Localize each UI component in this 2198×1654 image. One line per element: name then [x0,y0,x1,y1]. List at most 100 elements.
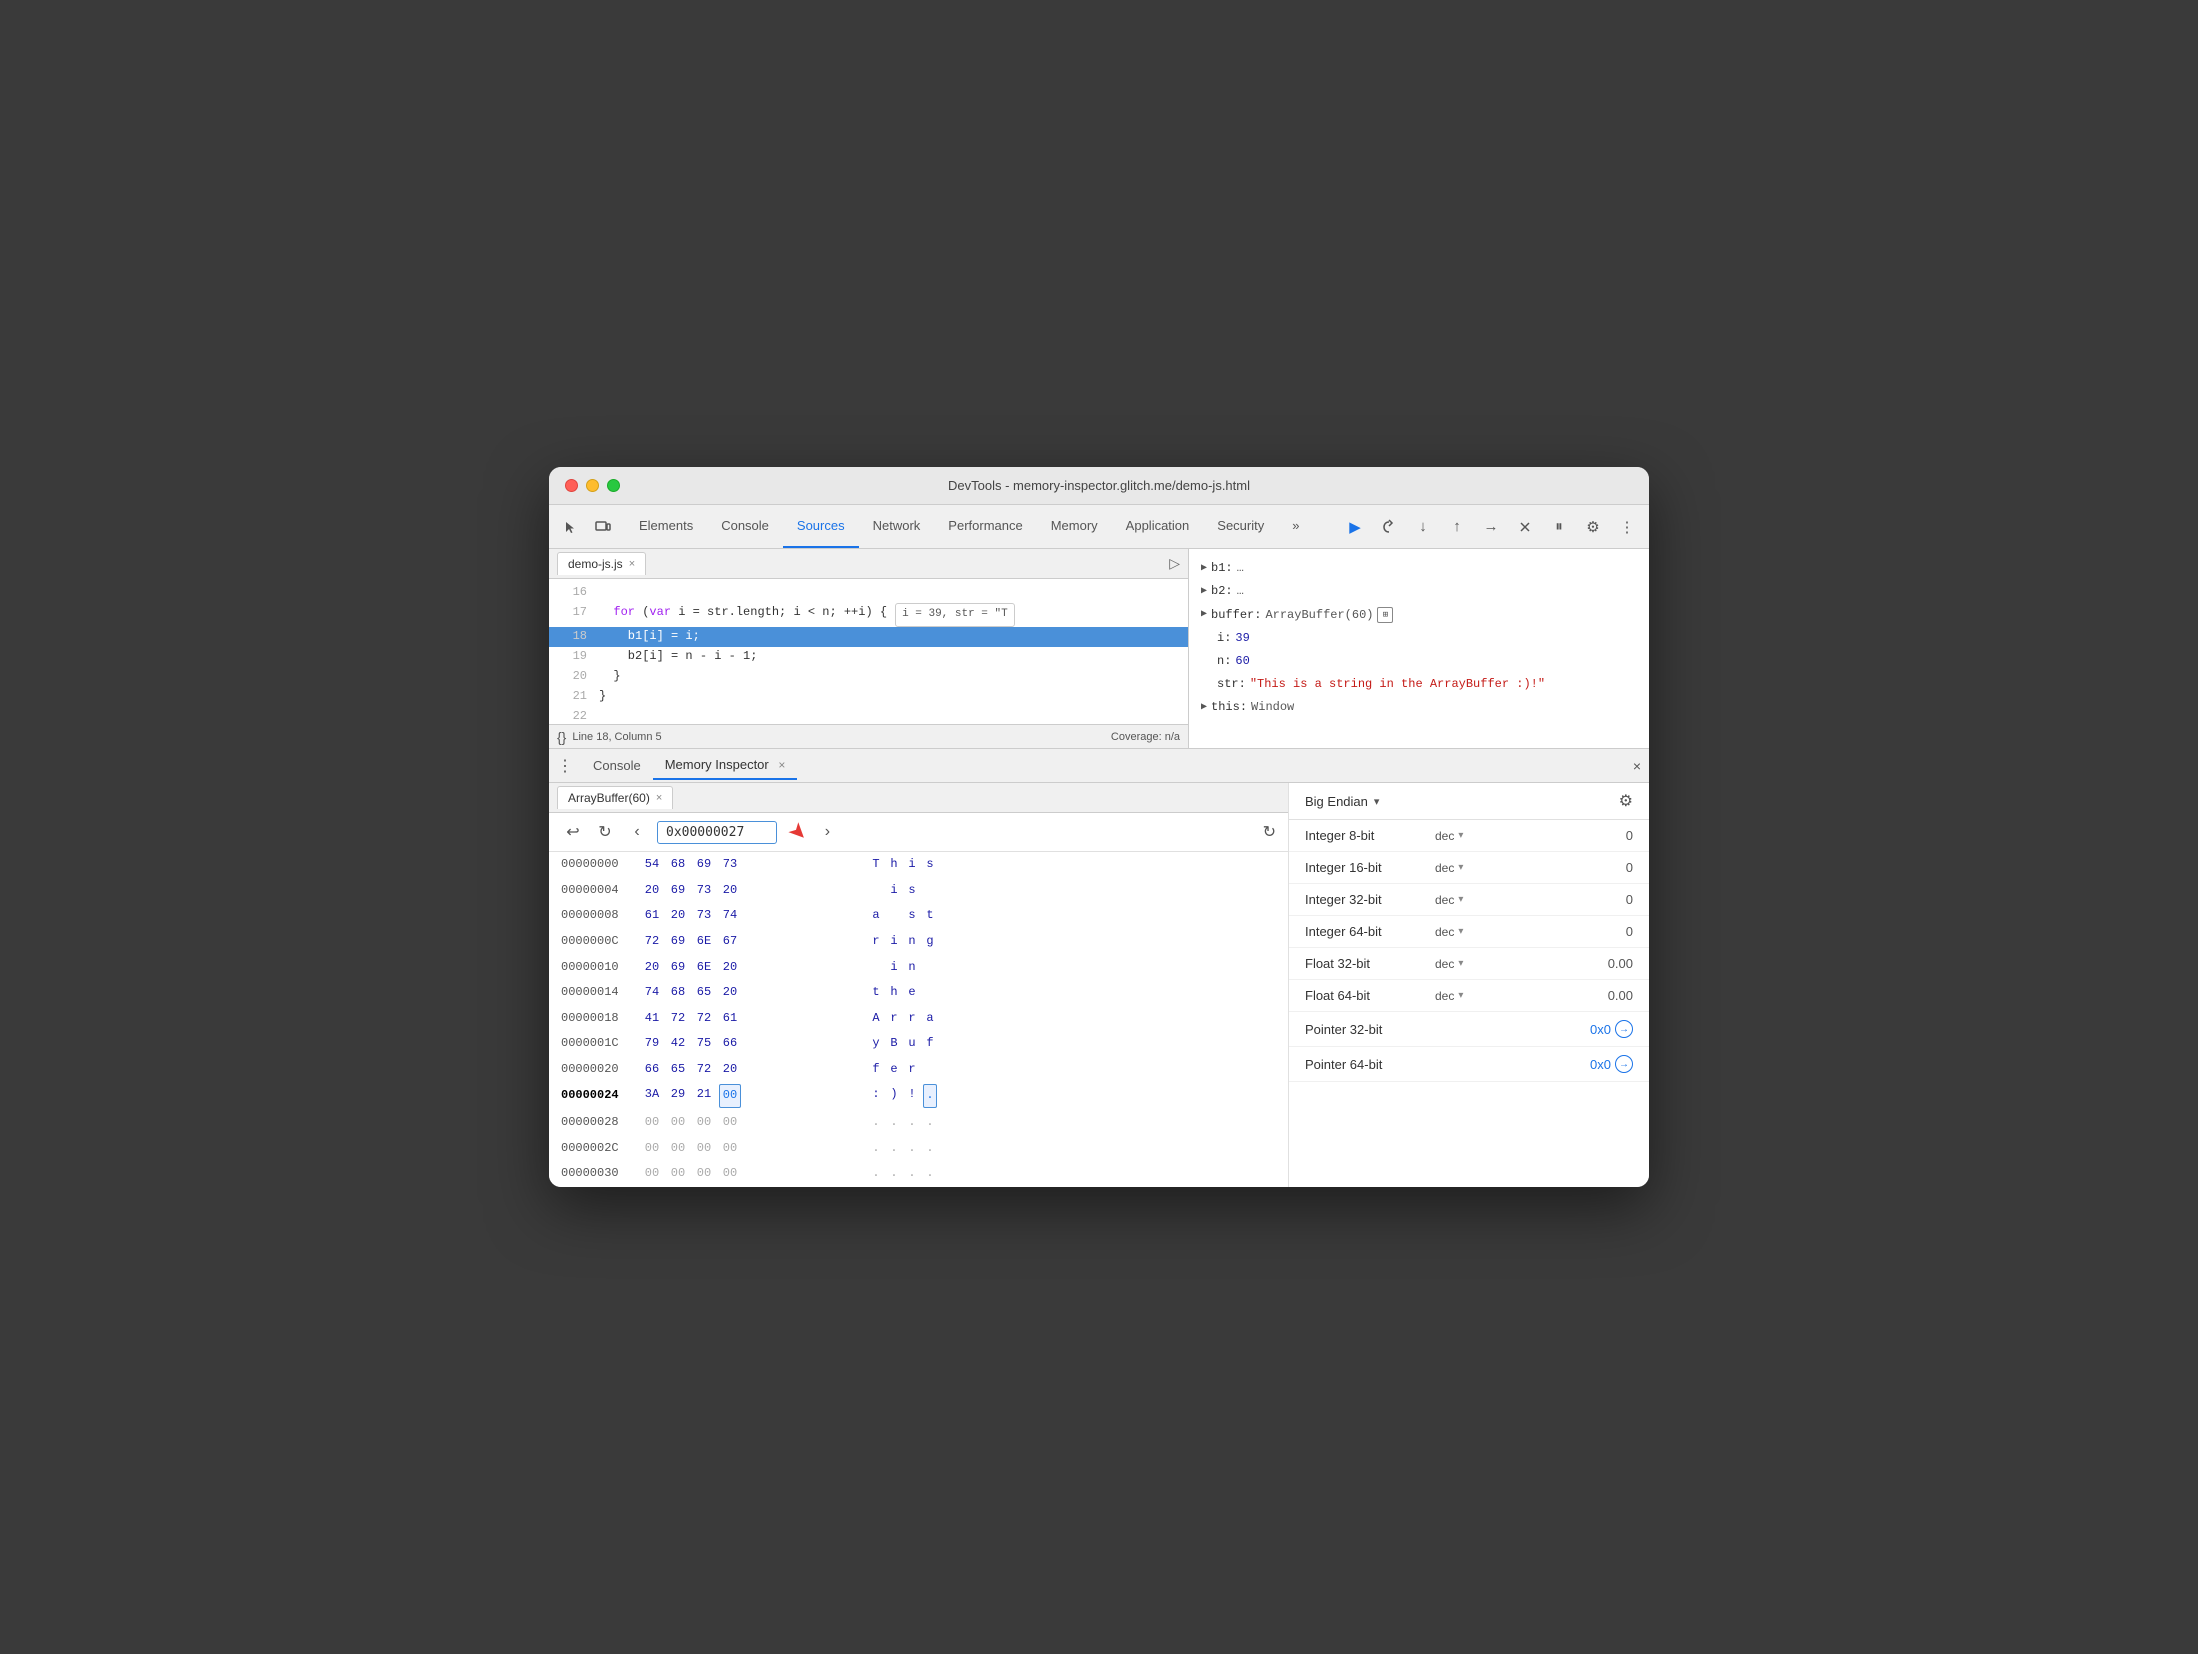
inspector-value-int16: 0 [1626,860,1633,875]
titlebar: DevTools - memory-inspector.glitch.me/de… [549,467,1649,505]
toolbar-icons-left [557,513,617,541]
inspector-settings-icon[interactable]: ⚙ [1619,791,1633,811]
code-panel: demo-js.js × ▷ 16 17 for (var i = str.le… [549,549,1189,748]
settings-icon[interactable]: ⚙ [1579,513,1607,541]
file-tab-demo-js[interactable]: demo-js.js × [557,552,646,575]
buffer-tab-label: ArrayBuffer(60) [568,791,650,805]
hex-next-btn[interactable]: › [815,820,839,844]
scope-item-i: i: 39 [1189,627,1649,650]
hex-rows: 00000000 54 68 69 73 T h i [549,852,1288,1187]
tab-network[interactable]: Network [859,505,935,548]
inspector-label-ptr32: Pointer 32-bit [1305,1022,1435,1037]
panel-tab-console[interactable]: Console [581,752,653,779]
status-coverage: Coverage: n/a [1111,731,1180,743]
cursor-icon[interactable] [557,513,585,541]
red-arrow-indicator: ➤ [783,816,814,847]
memory-content: ArrayBuffer(60) × ↩ ↻ ‹ ➤ [549,783,1649,1187]
inspector-format-float32[interactable]: dec ▾ [1435,957,1495,971]
traffic-lights [565,479,620,492]
hex-row-30: 00000030 00 00 00 00 . . . [549,1161,1288,1187]
buffer-tab[interactable]: ArrayBuffer(60) × [557,786,673,809]
scope-item-buffer: ▶ buffer: ArrayBuffer(60) ⊞ [1189,604,1649,627]
inspector-row-int8: Integer 8-bit dec ▾ 0 [1289,820,1649,852]
code-line-19: 19 b2[i] = n - i - 1; [549,647,1188,667]
hex-row-14: 00000014 74 68 65 20 t h e [549,980,1288,1006]
minimize-button[interactable] [586,479,599,492]
endian-dropdown-arrow: ▾ [1374,795,1380,808]
inspector-label-int32: Integer 32-bit [1305,892,1435,907]
inspector-format-int64[interactable]: dec ▾ [1435,925,1495,939]
device-toggle-icon[interactable] [589,513,617,541]
selected-char[interactable]: . [923,1084,937,1108]
deactivate-breakpoints-icon[interactable] [1511,513,1539,541]
panel-tabs-bar: ⋮ Console Memory Inspector × × [549,749,1649,783]
hex-refresh-btn[interactable]: ↻ [1263,822,1276,842]
ptr64-link-icon[interactable]: → [1615,1055,1633,1073]
panel-tab-memory-inspector[interactable]: Memory Inspector × [653,751,798,780]
inspector-format-int32[interactable]: dec ▾ [1435,893,1495,907]
inspector-value-ptr64[interactable]: 0x0 → [1590,1055,1633,1073]
pause-resume-icon[interactable]: ▶ [1341,513,1369,541]
inspector-format-int8[interactable]: dec ▾ [1435,829,1495,843]
hex-back-btn[interactable]: ↩ [561,820,585,844]
inspector-label-float64: Float 64-bit [1305,988,1435,1003]
tab-application[interactable]: Application [1112,505,1204,548]
scope-panel: ▶ b1: … ▶ b2: … ▶ buffer: ArrayBuffer(60… [1189,549,1649,748]
step-out-icon[interactable]: ↑ [1443,513,1471,541]
code-line-17: 17 for (var i = str.length; i < n; ++i) … [549,603,1188,627]
file-tab-label: demo-js.js [568,557,623,571]
memory-inspect-button[interactable]: ⊞ [1377,607,1393,623]
ptr32-link-icon[interactable]: → [1615,1020,1633,1038]
step-into-icon[interactable]: ↓ [1409,513,1437,541]
inspector-label-int64: Integer 64-bit [1305,924,1435,939]
status-bar: {} Line 18, Column 5 Coverage: n/a [549,724,1188,748]
close-button[interactable] [565,479,578,492]
inspector-format-int16[interactable]: dec ▾ [1435,861,1495,875]
tab-more[interactable]: » [1278,505,1313,548]
panel-close-right[interactable]: × [1633,758,1641,774]
scope-item-str: str: "This is a string in the ArrayBuffe… [1189,673,1649,696]
tab-sources[interactable]: Sources [783,505,859,548]
tab-elements[interactable]: Elements [625,505,707,548]
inspector-right: Big Endian ▾ ⚙ Integer 8-bit dec ▾ [1289,783,1649,1187]
tab-memory[interactable]: Memory [1037,505,1112,548]
tab-console[interactable]: Console [707,505,783,548]
step-icon[interactable]: → [1477,513,1505,541]
selected-byte[interactable]: 00 [719,1084,741,1108]
code-line-18: 18 b1[i] = i; [549,627,1188,647]
maximize-button[interactable] [607,479,620,492]
inspector-row-float32: Float 32-bit dec ▾ 0.00 [1289,948,1649,980]
inspector-value-ptr32[interactable]: 0x0 → [1590,1020,1633,1038]
code-line-22: 22 [549,707,1188,724]
code-tooltip: i = 39, str = "T [895,603,1015,627]
main-content: demo-js.js × ▷ 16 17 for (var i = str.le… [549,549,1649,1187]
hex-row-c: 0000000C 72 69 6E 67 r i n [549,929,1288,955]
hex-row-20: 00000020 66 65 72 20 f e r [549,1057,1288,1083]
hex-row-1c: 0000001C 79 42 75 66 y B u [549,1031,1288,1057]
inspector-format-float64[interactable]: dec ▾ [1435,989,1495,1003]
pause-on-exceptions-icon[interactable]: ⏸ [1545,513,1573,541]
tab-performance[interactable]: Performance [934,505,1036,548]
more-options-icon[interactable]: ⋮ [1613,513,1641,541]
inspector-row-ptr64: Pointer 64-bit 0x0 → [1289,1047,1649,1082]
hex-prev-btn[interactable]: ‹ [625,820,649,844]
panel-menu-icon[interactable]: ⋮ [557,756,573,776]
scope-item-n: n: 60 [1189,650,1649,673]
buffer-tab-close[interactable]: × [656,792,662,804]
hex-row-0: 00000000 54 68 69 73 T h i [549,852,1288,878]
step-over-icon[interactable] [1375,513,1403,541]
file-tab-nav[interactable]: ▷ [1169,555,1180,572]
inspector-row-ptr32: Pointer 32-bit 0x0 → [1289,1012,1649,1047]
tab-security[interactable]: Security [1203,505,1278,548]
code-line-16: 16 [549,583,1188,603]
hex-address-input[interactable] [657,821,777,844]
hex-row-2c: 0000002C 00 00 00 00 . . . [549,1136,1288,1162]
file-tab-close[interactable]: × [629,558,635,570]
inspector-label-int8: Integer 8-bit [1305,828,1435,843]
hex-forward-btn[interactable]: ↻ [593,820,617,844]
inspector-row-int64: Integer 64-bit dec ▾ 0 [1289,916,1649,948]
memory-inspector-close[interactable]: × [778,758,785,772]
inspector-value-int32: 0 [1626,892,1633,907]
inspector-row-int32: Integer 32-bit dec ▾ 0 [1289,884,1649,916]
endian-select[interactable]: Big Endian ▾ [1305,794,1379,809]
